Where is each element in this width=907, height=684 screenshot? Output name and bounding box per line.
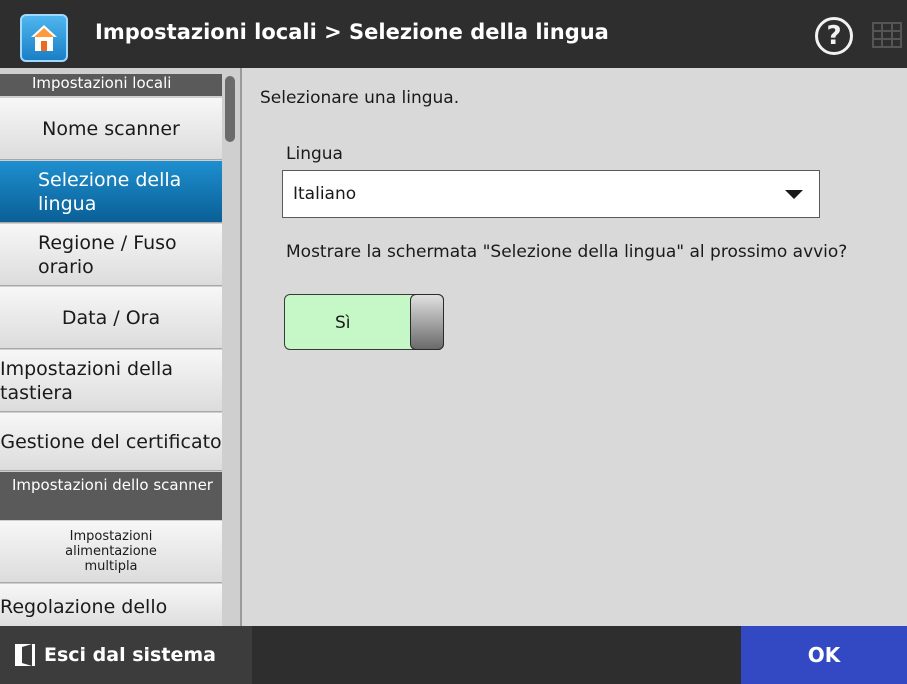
sidebar-item-regolazione[interactable]: Regolazione dello	[0, 584, 222, 626]
sidebar-item-alimentazione-multipla[interactable]: Impostazioni alimentazione multipla	[0, 521, 222, 583]
sidebar-item-label: Impostazioni alimentazione multipla	[65, 529, 157, 574]
sidebar-item-nome-scanner[interactable]: Nome scanner	[0, 98, 222, 160]
startup-question: Mostrare la schermata "Selezione della l…	[286, 242, 848, 262]
footer-bar: Esci dal sistema OK	[0, 626, 907, 684]
logout-button[interactable]: Esci dal sistema	[0, 626, 252, 684]
title-bar: Impostazioni locali > Selezione della li…	[0, 0, 907, 68]
logout-label: Esci dal sistema	[44, 644, 216, 666]
toggle-knob[interactable]	[410, 294, 444, 350]
sidebar-item-label: Regione / Fuso orario	[38, 231, 177, 278]
ok-button[interactable]: OK	[741, 626, 907, 684]
sidebar-item-regione-fuso[interactable]: Regione / Fuso orario	[0, 224, 222, 286]
sidebar-item-certificato[interactable]: Gestione del certificato	[0, 413, 222, 471]
sidebar-item-data-ora[interactable]: Data / Ora	[0, 287, 222, 349]
logout-icon	[15, 644, 35, 666]
sidebar-section-header: Impostazioni dello scanner	[0, 472, 222, 520]
home-button[interactable]	[20, 14, 68, 62]
sidebar-item-label: Nome scanner	[42, 117, 180, 140]
sidebar: Impostazioni locali Nome scanner Selezio…	[0, 68, 240, 626]
page-title: Impostazioni locali > Selezione della li…	[95, 20, 609, 44]
language-select[interactable]: Italiano	[282, 170, 820, 218]
sidebar-item-label: Regolazione dello	[0, 595, 168, 618]
sidebar-item-selezione-lingua[interactable]: Selezione della lingua	[0, 161, 222, 223]
instruction-text: Selezionare una lingua.	[260, 88, 460, 108]
sidebar-section-header: Impostazioni locali	[0, 74, 222, 96]
keyboard-icon[interactable]	[872, 20, 902, 50]
sidebar-item-label: Gestione del certificato	[0, 430, 222, 453]
sidebar-item-label: Data / Ora	[61, 306, 161, 329]
dropdown-arrow-icon	[785, 190, 803, 199]
sidebar-item-label: Impostazioni della tastiera	[0, 357, 173, 404]
show-on-startup-toggle[interactable]: Sì	[284, 294, 444, 350]
home-icon	[31, 25, 57, 51]
main-panel: Selezionare una lingua. Lingua Italiano …	[240, 68, 907, 626]
sidebar-scrollbar[interactable]	[225, 76, 235, 142]
sidebar-item-label: Selezione della lingua	[38, 168, 182, 215]
language-label: Lingua	[286, 144, 343, 164]
sidebar-item-tastiera[interactable]: Impostazioni della tastiera	[0, 350, 222, 412]
toggle-label: Sì	[335, 313, 351, 333]
language-select-value: Italiano	[293, 184, 357, 204]
help-button[interactable]: ?	[815, 17, 853, 55]
